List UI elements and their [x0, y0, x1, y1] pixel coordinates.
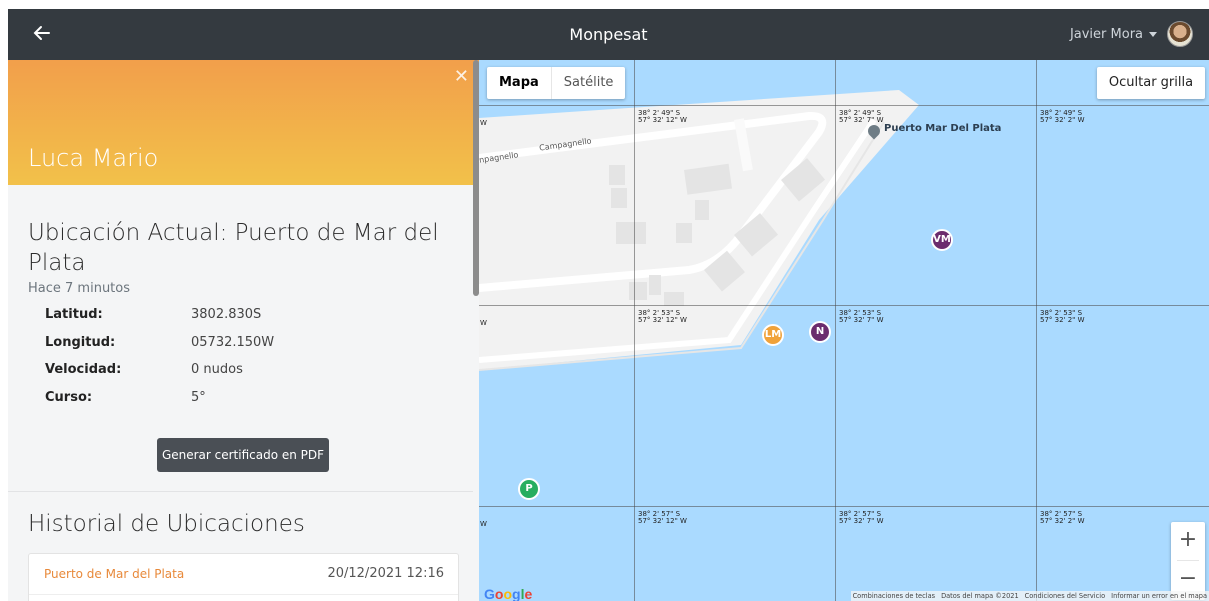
hide-grid-button[interactable]: Ocultar grilla [1097, 67, 1205, 99]
grid-line [1036, 60, 1037, 601]
app-title: Monpesat [569, 25, 648, 44]
map-type-control: Mapa Satélite [487, 67, 626, 99]
grid-coord-label: 38° 2' 53" S 57° 32' 2" W [1040, 309, 1085, 324]
divider [1177, 560, 1199, 561]
map-attribution: Combinaciones de teclas Datos del mapa ©… [850, 591, 1209, 601]
caret-down-icon [1149, 32, 1157, 37]
zoom-in-button[interactable]: + [1171, 522, 1205, 561]
history-date: 20/12/2021 12:16 [327, 566, 444, 581]
grid-coord-label: 38° 2' 53" S 57° 32' 12" W [638, 309, 687, 324]
history-title: Historial de Ubicaciones [28, 511, 305, 537]
vessel-marker-vm[interactable]: VM [931, 229, 953, 251]
vessel-name: Luca Mario [28, 144, 159, 172]
top-navbar: Monpesat Javier Mora [8, 9, 1209, 60]
current-location-title: Ubicación Actual: Puerto de Mar del Plat… [28, 220, 439, 276]
google-logo: Google [484, 586, 533, 601]
map-view[interactable]: W W W 38° 2' 49" S 57° 32' 12" W 38° 2' … [479, 60, 1209, 601]
report-error-link[interactable]: Informar un error en el mapa [1111, 591, 1207, 601]
speed-label: Velocidad: [45, 362, 122, 377]
vessel-header: ✕ Luca Mario [8, 60, 479, 185]
grid-coord-label: 38° 2' 49" S 57° 32' 7" W [839, 109, 884, 124]
grid-line [835, 60, 836, 601]
user-menu[interactable]: Javier Mora [1070, 27, 1157, 42]
grid-coord-label: 38° 2' 57" S 57° 32' 2" W [1040, 510, 1085, 525]
terms-link[interactable]: Condiciones del Servicio [1025, 591, 1105, 601]
avatar[interactable] [1167, 21, 1193, 47]
close-icon[interactable]: ✕ [454, 66, 469, 87]
grid-line [479, 506, 1209, 507]
history-list-item[interactable]: Puerto de Mar del Plata 20/12/2021 12:16 [28, 553, 459, 601]
poi-label[interactable]: Puerto Mar Del Plata [884, 123, 1001, 134]
map-type-map-button[interactable]: Mapa [487, 67, 551, 99]
grid-coord-label: 38° 2' 57" S 57° 32' 12" W [638, 510, 687, 525]
map-type-satellite-button[interactable]: Satélite [550, 67, 626, 99]
grid-edge-label: W [480, 119, 487, 127]
divider [8, 491, 473, 492]
vessel-marker-lm[interactable]: LM [762, 324, 784, 346]
grid-coord-label: 38° 2' 49" S 57° 32' 12" W [638, 109, 687, 124]
grid-edge-label: W [480, 319, 487, 327]
grid-line [479, 105, 1209, 106]
grid-coord-label: 38° 2' 57" S 57° 32' 7" W [839, 510, 884, 525]
vessel-detail-panel: ✕ Luca Mario Ubicación Actual: Puerto de… [8, 60, 479, 601]
history-place-link[interactable]: Puerto de Mar del Plata [44, 567, 184, 581]
keyboard-shortcuts-link[interactable]: Combinaciones de teclas [853, 591, 935, 601]
vessel-marker-p[interactable]: P [518, 478, 540, 500]
generate-pdf-button[interactable]: Generar certificado en PDF [157, 438, 329, 472]
longitude-value: 05732.150W [191, 335, 275, 350]
grid-line [634, 60, 635, 601]
grid-coord-label: 38° 2' 49" S 57° 32' 2" W [1040, 109, 1085, 124]
grid-line [479, 305, 1209, 306]
divider [29, 594, 458, 595]
latitude-label: Latitud: [45, 307, 103, 322]
speed-value: 0 nudos [191, 362, 243, 377]
zoom-control: + − [1171, 522, 1205, 600]
course-label: Curso: [45, 390, 93, 405]
grid-coord-label: 38° 2' 53" S 57° 32' 7" W [839, 309, 884, 324]
user-name: Javier Mora [1069, 27, 1143, 42]
map-data-text: Datos del mapa ©2021 [941, 592, 1019, 600]
latitude-value: 3802.830S [191, 307, 262, 322]
vessel-marker-n[interactable]: N [809, 321, 831, 343]
time-ago: Hace 7 minutos [28, 281, 131, 296]
course-value: 5° [191, 390, 206, 405]
grid-edge-label: W [480, 520, 487, 528]
longitude-label: Longitud: [45, 335, 116, 350]
